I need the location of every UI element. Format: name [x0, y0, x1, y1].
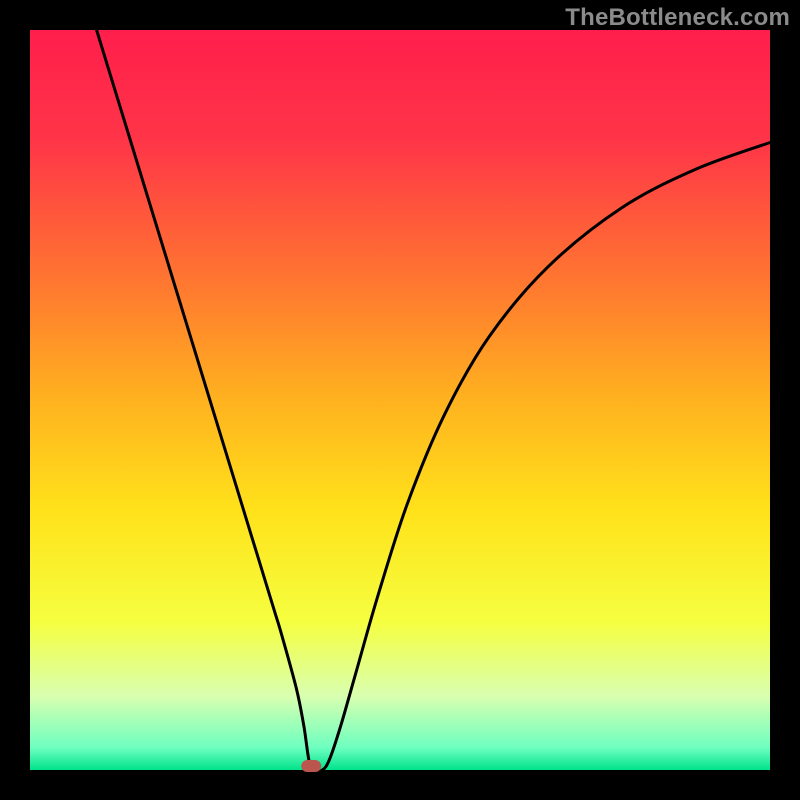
chart-frame: { "watermark": "TheBottleneck.com", "cha… [0, 0, 800, 800]
bottleneck-plot [0, 0, 800, 800]
minimum-marker [301, 760, 321, 772]
plot-background [30, 30, 770, 770]
watermark-text: TheBottleneck.com [565, 4, 790, 32]
